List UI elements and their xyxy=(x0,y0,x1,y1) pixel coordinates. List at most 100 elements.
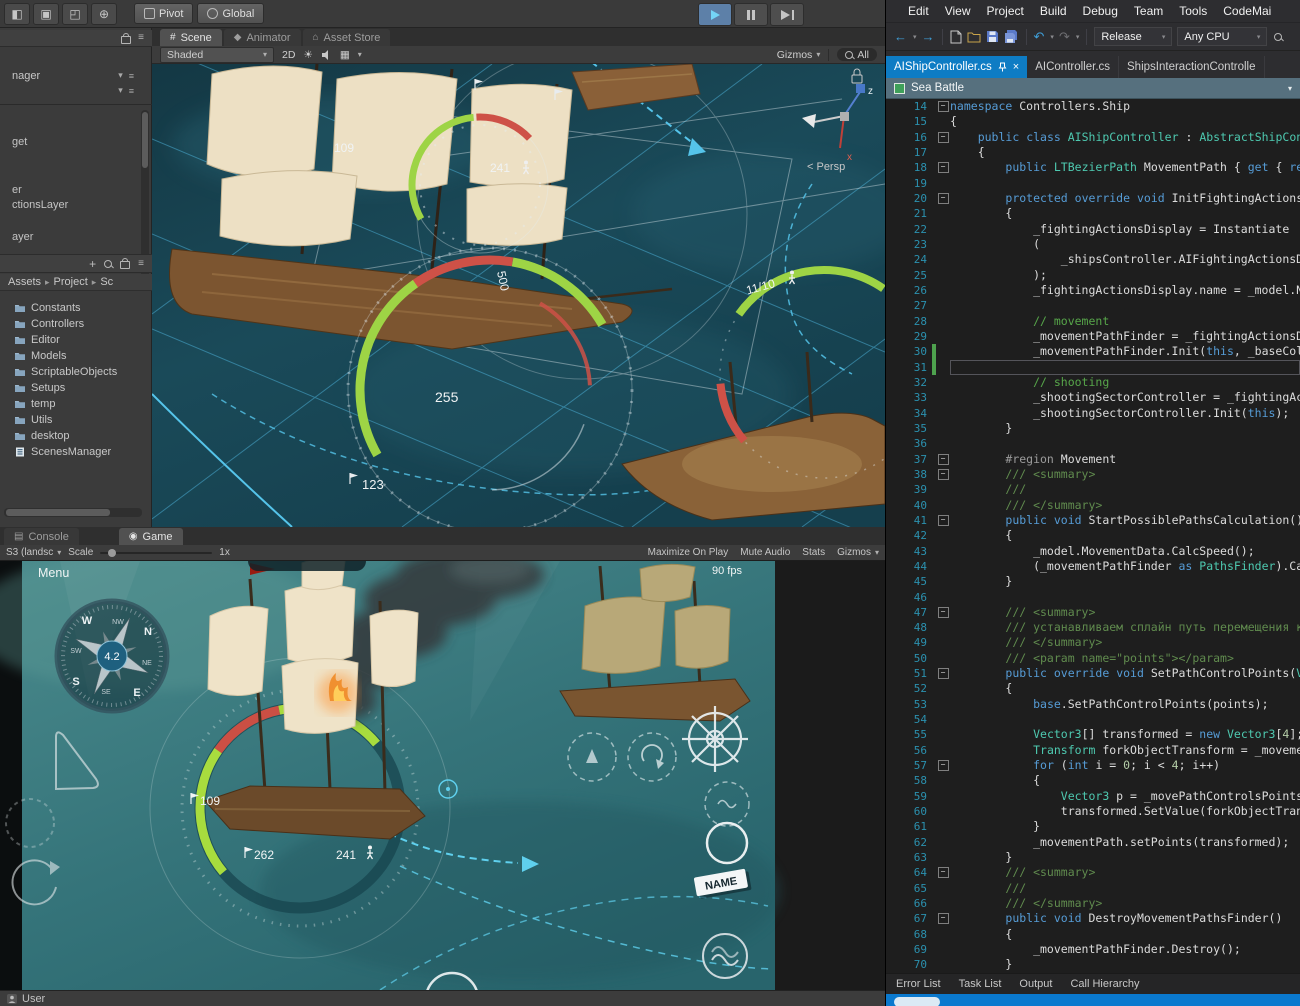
code-line[interactable]: 50 /// <param name="points"></param> xyxy=(886,651,1300,666)
hierarchy-tree-item[interactable]: ayer xyxy=(0,231,33,243)
code-line[interactable]: 33 _shootingSectorController = _fighting… xyxy=(886,390,1300,405)
code-line[interactable]: 32 // shooting xyxy=(886,375,1300,390)
breadcrumb-tail[interactable]: Sc xyxy=(100,276,113,288)
aspect-dropdown[interactable]: S3 (landsc▾ xyxy=(6,547,61,558)
tab-aishipcontroller[interactable]: AIShipController.cs × xyxy=(886,56,1027,78)
lighting-toggle-icon[interactable]: ☀ xyxy=(303,49,312,61)
mute-audio-toggle[interactable]: Mute Audio xyxy=(740,547,790,558)
move-tool-icon[interactable]: ▣ xyxy=(33,3,59,25)
code-line[interactable]: 26 _fightingActionsDisplay.name = _model… xyxy=(886,283,1300,298)
audio-toggle-icon[interactable] xyxy=(321,50,332,60)
chevron-down-icon[interactable]: ▾ xyxy=(1050,33,1054,41)
configuration-dropdown[interactable]: Release▾ xyxy=(1094,27,1172,46)
code-line[interactable]: 57− for (int i = 0; i < 4; i++) xyxy=(886,758,1300,773)
code-line[interactable]: 69 _movementPathFinder.Destroy(); xyxy=(886,942,1300,957)
code-line[interactable]: 58 { xyxy=(886,773,1300,788)
navigate-back-icon[interactable]: ← xyxy=(894,29,907,44)
project-folder-row[interactable]: desktop xyxy=(0,428,152,444)
code-line[interactable]: 40 /// </summary> xyxy=(886,498,1300,513)
rect-tool-icon[interactable]: ◰ xyxy=(62,3,88,25)
collapse-icon[interactable]: − xyxy=(938,454,949,465)
code-line[interactable]: 68 { xyxy=(886,927,1300,942)
gizmos-dropdown[interactable]: Gizmos▾ xyxy=(777,49,821,61)
hierarchy-item[interactable]: nager ▾ ≡ xyxy=(0,68,140,83)
stats-toggle[interactable]: Stats xyxy=(802,547,825,558)
code-line[interactable]: 51− public override void SetPathControlP… xyxy=(886,666,1300,681)
code-line[interactable]: 24 _shipsController.AIFightingActionsDi xyxy=(886,252,1300,267)
search-icon[interactable] xyxy=(104,260,112,268)
global-button[interactable]: Global xyxy=(197,3,264,24)
code-line[interactable]: 41− public void StartPossiblePathsCalcul… xyxy=(886,513,1300,528)
item-menu-icon[interactable]: ≡ xyxy=(129,86,134,96)
code-line[interactable]: 27 xyxy=(886,298,1300,313)
menu-item[interactable]: Debug xyxy=(1075,4,1126,18)
code-line[interactable]: 37− #region Movement xyxy=(886,452,1300,467)
code-line[interactable]: 35 } xyxy=(886,421,1300,436)
lock-icon[interactable] xyxy=(121,36,131,44)
code-line[interactable]: 19 xyxy=(886,176,1300,191)
code-line[interactable]: 44 (_movementPathFinder as PathsFinder).… xyxy=(886,559,1300,574)
play-button[interactable] xyxy=(698,3,732,26)
fold-margin[interactable]: − xyxy=(936,758,950,773)
game-viewport[interactable]: 109 262 241 4.2 xyxy=(0,561,885,990)
menu-item[interactable]: Edit xyxy=(900,4,937,18)
step-button[interactable] xyxy=(770,3,804,26)
bottom-panel-tab[interactable]: Call Hierarchy xyxy=(1070,978,1139,990)
pin-icon[interactable] xyxy=(998,62,1007,72)
tab-scene[interactable]: #Scene xyxy=(160,29,222,46)
bottom-panel-tab[interactable]: Error List xyxy=(896,978,941,990)
panel-menu-icon[interactable]: ≡ xyxy=(138,259,144,269)
project-folder-row[interactable]: Utils xyxy=(0,412,152,428)
game-gizmos-dropdown[interactable]: Gizmos▾ xyxy=(837,547,879,558)
project-folder-row[interactable]: temp xyxy=(0,396,152,412)
code-line[interactable]: 70 } xyxy=(886,957,1300,972)
pan-tool-icon[interactable]: ◧ xyxy=(4,3,30,25)
scrollbar-thumb[interactable] xyxy=(6,509,110,516)
code-line[interactable]: 60 transformed.SetValue(forkObjectTrans xyxy=(886,804,1300,819)
save-icon[interactable] xyxy=(986,30,999,43)
scene-viewport[interactable]: 109 241 500 255 123 xyxy=(152,64,885,527)
tab-shipsinteraction[interactable]: ShipsInteractionControlle xyxy=(1119,56,1265,78)
project-breadcrumb[interactable]: Assets ▸ Project ▸ Sc xyxy=(0,274,152,291)
tab-asset-store[interactable]: ⌂Asset Store xyxy=(303,29,391,46)
collapse-icon[interactable]: − xyxy=(938,101,949,112)
maximize-on-play-toggle[interactable]: Maximize On Play xyxy=(648,547,729,558)
redo-icon[interactable]: ↷ xyxy=(1059,29,1070,45)
fold-margin[interactable]: − xyxy=(936,130,950,145)
menu-item[interactable]: CodeMai xyxy=(1215,4,1279,18)
code-line[interactable]: 21 { xyxy=(886,206,1300,221)
menu-button[interactable]: Menu xyxy=(38,566,69,580)
code-line[interactable]: 67− public void DestroyMovementPathsFind… xyxy=(886,911,1300,926)
fold-margin[interactable]: − xyxy=(936,452,950,467)
scale-slider[interactable] xyxy=(100,552,212,554)
project-folder-row[interactable]: ScenesManager xyxy=(0,444,152,460)
fold-margin[interactable]: − xyxy=(936,467,950,482)
menu-item[interactable]: Project xyxy=(978,4,1031,18)
collapse-icon[interactable]: − xyxy=(938,607,949,618)
code-line[interactable]: 63 } xyxy=(886,850,1300,865)
tab-console[interactable]: ▤Console xyxy=(4,528,79,545)
project-folder-row[interactable]: Constants xyxy=(0,300,152,316)
project-folder-row[interactable]: Editor xyxy=(0,332,152,348)
code-line[interactable]: 64− /// <summary> xyxy=(886,865,1300,880)
find-icon[interactable] xyxy=(1274,33,1282,41)
project-folder-row[interactable]: Controllers xyxy=(0,316,152,332)
code-line[interactable]: 16− public class AIShipController : Abst… xyxy=(886,130,1300,145)
shading-mode-dropdown[interactable]: Shaded▾ xyxy=(160,47,274,63)
menu-item[interactable]: Tools xyxy=(1171,4,1215,18)
code-line[interactable]: 55 Vector3[] transformed = new Vector3[4… xyxy=(886,727,1300,742)
statusbar-field[interactable] xyxy=(894,997,940,1006)
code-line[interactable]: 34 _shootingSectorController.Init(this); xyxy=(886,406,1300,421)
project-folder-row[interactable]: Setups xyxy=(0,380,152,396)
collapse-icon[interactable]: − xyxy=(938,193,949,204)
code-line[interactable]: 20− protected override void InitFighting… xyxy=(886,191,1300,206)
breadcrumb-assets[interactable]: Assets xyxy=(8,276,41,288)
fold-margin[interactable]: − xyxy=(936,911,950,926)
effects-toggle-icon[interactable]: ▦ xyxy=(340,49,350,61)
hierarchy-item[interactable]: ▾ ≡ xyxy=(0,83,140,98)
code-line[interactable]: 43 _model.MovementData.CalcSpeed(); xyxy=(886,544,1300,559)
fold-margin[interactable]: − xyxy=(936,605,950,620)
fold-margin[interactable]: − xyxy=(936,99,950,114)
hierarchy-scrollbar[interactable] xyxy=(141,110,149,278)
fold-margin[interactable]: − xyxy=(936,513,950,528)
